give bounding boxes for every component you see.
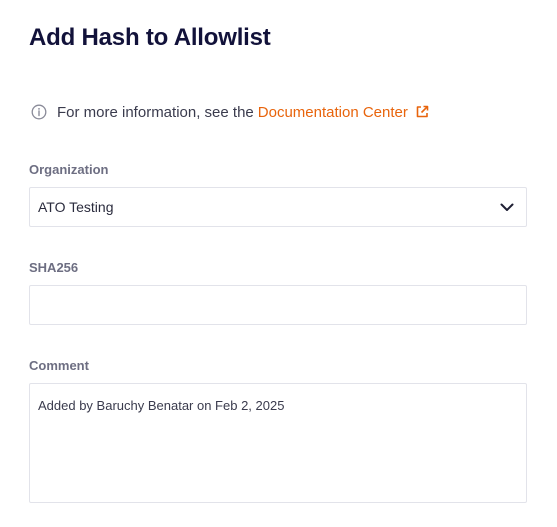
organization-label: Organization bbox=[29, 162, 109, 177]
info-circle-icon bbox=[30, 103, 48, 121]
organization-select[interactable]: ATO Testing bbox=[29, 187, 527, 227]
organization-selected-value: ATO Testing bbox=[38, 199, 114, 215]
documentation-center-link[interactable]: Documentation Center bbox=[258, 104, 430, 121]
page-title: Add Hash to Allowlist bbox=[29, 24, 271, 51]
sha256-label: SHA256 bbox=[29, 260, 79, 275]
chevron-down-icon[interactable] bbox=[496, 196, 518, 218]
external-link-icon bbox=[414, 104, 430, 120]
documentation-center-label: Documentation Center bbox=[257, 103, 408, 121]
comment-textarea[interactable]: Added by Baruchy Benatar on Feb 2, 2025 bbox=[29, 383, 527, 503]
comment-label: Comment bbox=[29, 358, 89, 373]
info-text: For more information, see the bbox=[57, 103, 254, 121]
info-notice: For more information, see the Documentat… bbox=[30, 102, 430, 122]
sha256-input[interactable] bbox=[29, 285, 527, 325]
